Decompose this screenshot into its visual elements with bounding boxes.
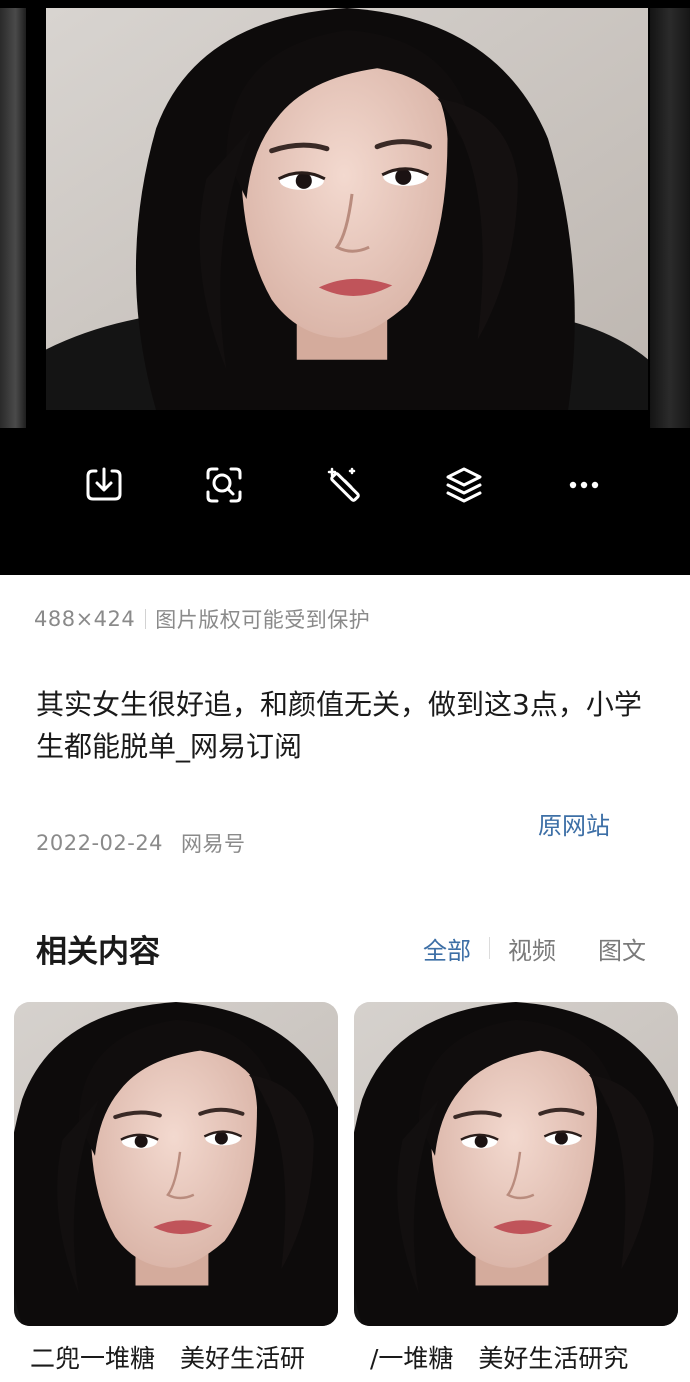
layers-button[interactable]: [434, 452, 494, 518]
meta-divider: [145, 609, 147, 629]
download-icon: [86, 467, 122, 501]
more-button[interactable]: [554, 452, 614, 518]
related-card[interactable]: 二兜一堆糖 美好生活研: [14, 1002, 338, 1382]
next-image-preview[interactable]: [650, 8, 690, 428]
copyright-note: 图片版权可能受到保护: [155, 608, 371, 632]
source-meta: 2022-02-24 网易号: [36, 826, 246, 860]
publish-date: 2022-02-24: [36, 831, 164, 855]
image-viewer: [0, 0, 690, 575]
magic-wand-icon: [327, 467, 360, 502]
image-source-title[interactable]: 其实女生很好追，和颜值无关，做到这3点，小学生都能脱单_网易订阅: [36, 684, 656, 768]
previous-image-preview[interactable]: [0, 8, 26, 428]
image-search-button[interactable]: [194, 452, 254, 518]
download-button[interactable]: [74, 452, 134, 518]
magic-edit-button[interactable]: [314, 452, 374, 518]
main-photo[interactable]: [46, 8, 648, 410]
source-name: 网易号: [181, 832, 246, 856]
tab-video[interactable]: 视频: [508, 931, 556, 966]
related-card[interactable]: /一堆糖 美好生活研究: [354, 1002, 678, 1382]
tab-divider: [489, 937, 490, 959]
related-filter-tabs: 全部 视频 图文: [423, 930, 646, 966]
tab-image-text[interactable]: 图文: [598, 931, 646, 966]
image-meta: 488×424 图片版权可能受到保护: [34, 602, 370, 636]
tab-all[interactable]: 全部: [423, 931, 471, 966]
more-icon: [569, 481, 599, 489]
related-thumbnail: [14, 1002, 338, 1326]
image-search-icon: [206, 467, 242, 503]
related-card-title: /一堆糖 美好生活研究: [370, 1344, 629, 1373]
image-dimensions: 488×424: [34, 607, 136, 631]
related-heading: 相关内容: [36, 933, 160, 970]
image-toolbar: [0, 452, 690, 518]
related-card-title: 二兜一堆糖 美好生活研: [30, 1344, 306, 1373]
origin-site-link[interactable]: 原网站: [538, 806, 610, 840]
layers-icon: [446, 467, 482, 503]
related-thumbnail: [354, 1002, 678, 1326]
